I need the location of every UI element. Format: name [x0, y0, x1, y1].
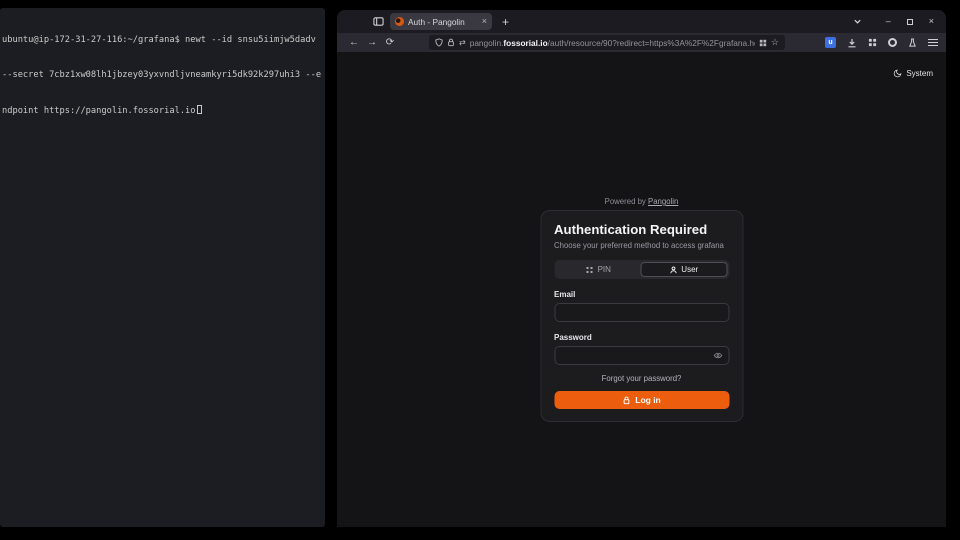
extensions-grid-icon[interactable]: [868, 38, 877, 47]
minimize-button[interactable]: –: [886, 17, 891, 26]
browser-window: Auth - Pangolin × + – × ← → ⟳ ⇄ pangolin…: [337, 10, 946, 527]
extension-icon[interactable]: [908, 38, 917, 48]
firefox-view-icon[interactable]: [373, 16, 384, 27]
moon-icon: [893, 69, 902, 78]
url-path: /auth/resource/90?redirect=https%3A%2F%2…: [548, 38, 755, 48]
terminal-line: --secret 7cbz1xw08lh1jbzey03yxvndljvneam…: [2, 70, 323, 82]
reload-button[interactable]: ⟳: [381, 38, 399, 48]
back-button[interactable]: ←: [345, 38, 363, 48]
tab-user-label: User: [681, 265, 698, 274]
https-lock-icon[interactable]: [447, 38, 455, 47]
tab-title: Auth - Pangolin: [408, 17, 478, 27]
downloads-icon[interactable]: [847, 38, 857, 48]
page-content: System Powered by Pangolin Authenticatio…: [337, 52, 946, 527]
auth-card: Authentication Required Choose your pref…: [540, 210, 743, 422]
forgot-password-link[interactable]: Forgot your password?: [554, 374, 729, 383]
auth-card-subtitle: Choose your preferred method to access g…: [554, 241, 729, 250]
show-password-eye-icon[interactable]: [713, 352, 722, 359]
theme-toggle[interactable]: System: [893, 69, 933, 78]
theme-toggle-label: System: [906, 69, 933, 78]
tab-close-icon[interactable]: ×: [482, 17, 487, 26]
new-tab-button[interactable]: +: [502, 15, 509, 29]
tracking-protection-shield-icon[interactable]: [435, 38, 443, 47]
tab-pin[interactable]: PIN: [556, 262, 641, 277]
url-bar[interactable]: ⇄ pangolin.fossorial.io/auth/resource/90…: [429, 35, 785, 50]
toolbar-extensions-area: u: [825, 37, 938, 48]
tab-user[interactable]: User: [641, 262, 728, 277]
password-wrap: [554, 342, 729, 365]
url-domain: fossorial.io: [503, 38, 547, 48]
pangolin-link[interactable]: Pangolin: [648, 197, 678, 206]
window-controls: – ×: [886, 17, 934, 26]
email-field[interactable]: [554, 303, 729, 322]
auth-card-title: Authentication Required: [554, 222, 729, 237]
powered-by: Powered by Pangolin: [337, 197, 946, 206]
url-prefix: pangolin.: [470, 38, 504, 48]
navigation-toolbar: ← → ⟳ ⇄ pangolin.fossorial.io/auth/resou…: [337, 33, 946, 52]
maximize-button[interactable]: [907, 19, 913, 25]
tab-pin-label: PIN: [598, 265, 611, 274]
login-button-label: Log in: [635, 395, 661, 405]
login-button[interactable]: Log in: [554, 391, 729, 409]
email-label: Email: [554, 290, 729, 299]
bookmark-star-icon[interactable]: ☆: [771, 38, 779, 47]
terminal-cursor: [197, 105, 202, 114]
password-field[interactable]: [554, 346, 729, 365]
permissions-switch-icon[interactable]: ⇄: [459, 39, 466, 47]
user-icon: [669, 266, 677, 274]
extension-shield-icon[interactable]: u: [825, 37, 836, 48]
account-icon[interactable]: [888, 38, 897, 47]
lock-icon: [622, 396, 630, 405]
menu-hamburger-icon[interactable]: [928, 39, 938, 46]
pangolin-favicon: [395, 17, 404, 26]
tab-strip: Auth - Pangolin × + – ×: [337, 10, 946, 33]
container-grid-icon[interactable]: [759, 39, 767, 47]
tab-list-chevron-icon[interactable]: [853, 17, 862, 26]
terminal-line: ubuntu@ip-172-31-27-116:~/grafana$ newt …: [2, 35, 323, 47]
forward-button[interactable]: →: [363, 38, 381, 48]
pin-keypad-icon: [586, 266, 594, 274]
url-text: pangolin.fossorial.io/auth/resource/90?r…: [470, 38, 755, 48]
terminal-pane[interactable]: ubuntu@ip-172-31-27-116:~/grafana$ newt …: [0, 8, 325, 527]
password-label: Password: [554, 333, 729, 342]
close-window-button[interactable]: ×: [929, 17, 934, 26]
auth-method-tabs: PIN User: [554, 260, 729, 279]
browser-tab[interactable]: Auth - Pangolin ×: [390, 13, 492, 30]
terminal-line: ndpoint https://pangolin.fossorial.io: [2, 105, 323, 118]
